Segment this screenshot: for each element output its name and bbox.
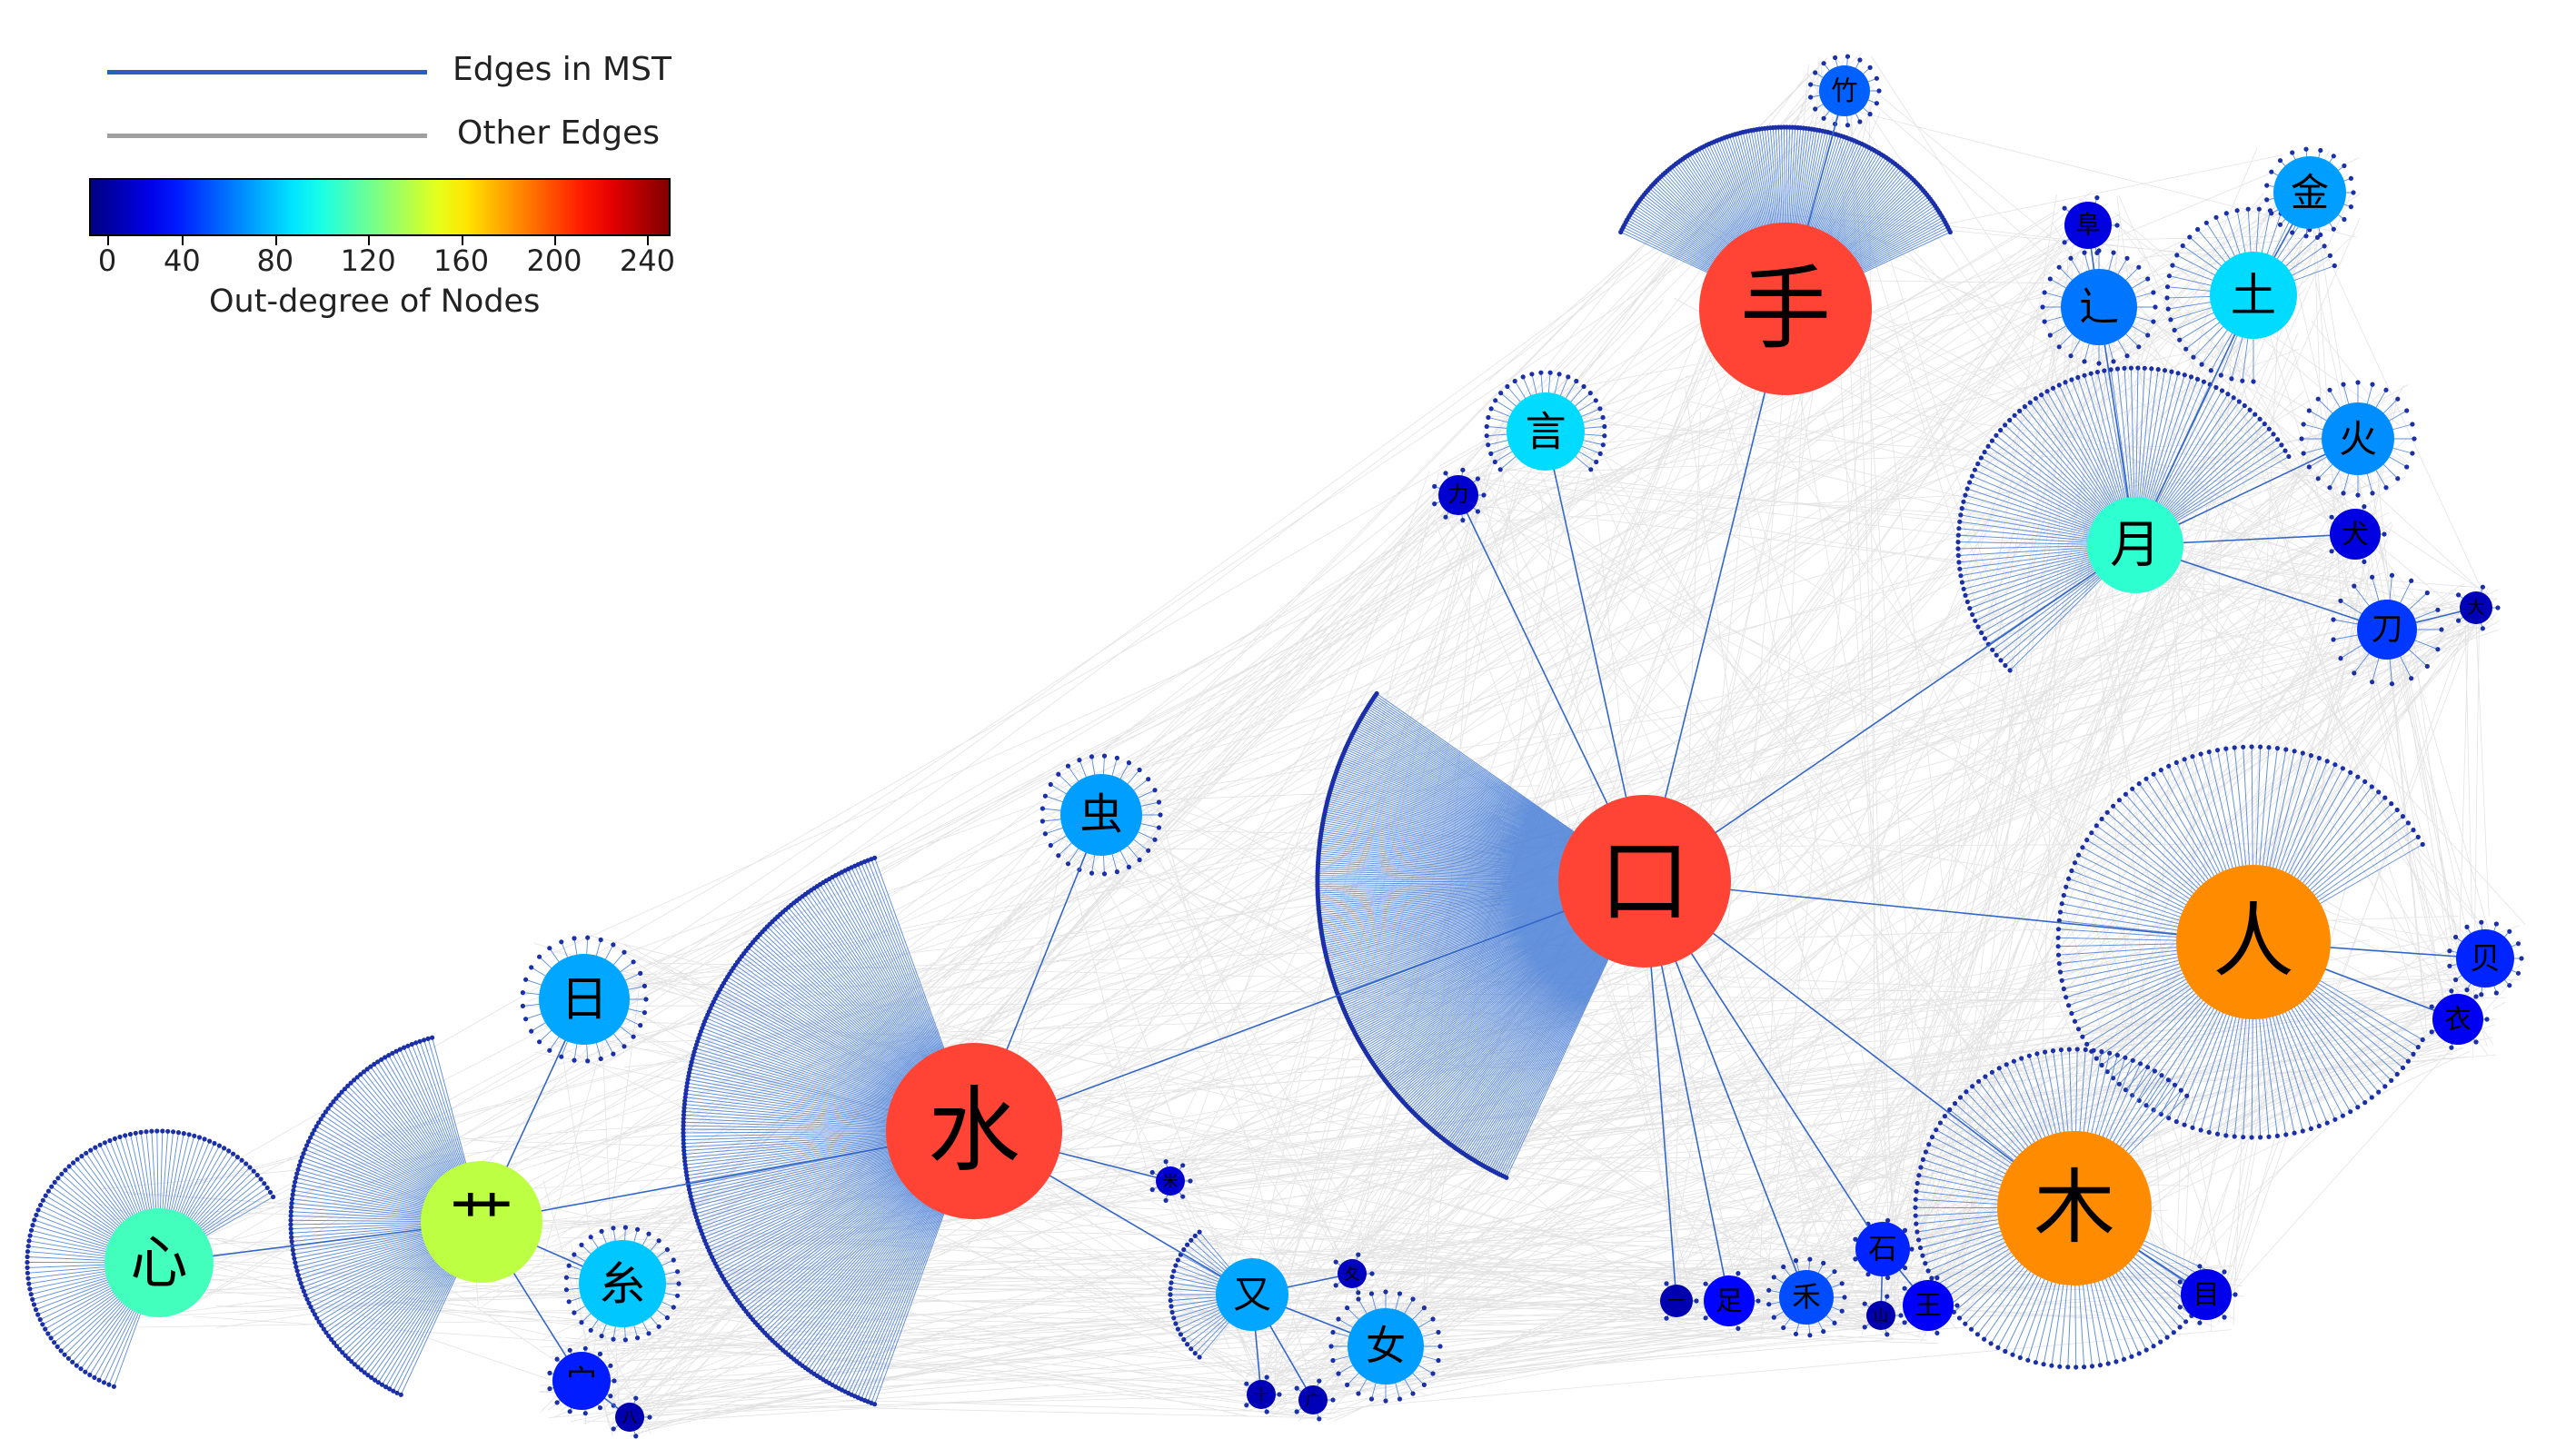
node-label-shan: 山 [1874, 1306, 1889, 1325]
node-xi: 夂 [1338, 1259, 1367, 1288]
node-da: 大 [2460, 591, 2492, 624]
node-label-nv: 女 [1366, 1324, 1406, 1370]
node-label-xi: 夂 [1345, 1265, 1360, 1283]
node-chong: 虫 [1060, 774, 1142, 856]
node-label-wang: 王 [1915, 1290, 1941, 1321]
node-label-yi: 衣 [2444, 1004, 2471, 1035]
node-label-mu: 木 [2034, 1161, 2114, 1255]
node-label-ri: 日 [561, 972, 609, 1027]
node-label-fu: 阜 [2075, 212, 2100, 240]
node-mi2: 米 [1156, 1166, 1185, 1196]
node-yi: 衣 [2432, 994, 2483, 1045]
legend-mst-line [107, 70, 427, 74]
node-label-shui: 水 [928, 1077, 1020, 1186]
node-jin: 金 [2273, 156, 2346, 229]
node-mu: 木 [1997, 1131, 2152, 1285]
node-mu2: 目 [2181, 1269, 2232, 1320]
node-you: 又 [1216, 1258, 1288, 1331]
node-li: 力 [1438, 475, 1478, 515]
node-label-li: 力 [1447, 483, 1468, 507]
node-kou: 口 [1558, 795, 1731, 968]
node-label-he: 禾 [1792, 1281, 1821, 1314]
legend-other-label: Other Edges [457, 114, 661, 152]
node-label-mian: 宀 [566, 1364, 597, 1399]
node-ri: 日 [539, 954, 630, 1045]
colorbar-tick-label: 40 [164, 243, 201, 278]
node-label-ren: 人 [2213, 895, 2293, 989]
colorbar-tick-label: 160 [433, 243, 490, 278]
node-wang: 王 [1903, 1280, 1954, 1331]
node-huo: 火 [2322, 402, 2394, 475]
node-yue: 月 [2087, 497, 2183, 593]
node-label-shi10: 十 [1254, 1385, 1269, 1404]
colorbar-label: Out-degree of Nodes [209, 283, 541, 320]
node-ba: 八 [615, 1403, 644, 1432]
node-label-kou: 口 [1599, 829, 1690, 935]
node-shan: 山 [1866, 1301, 1895, 1330]
legend-mst-label: Edges in MST [453, 51, 671, 88]
node-label-zu: 足 [1716, 1285, 1742, 1316]
node-shui: 水 [886, 1043, 1062, 1219]
node-zu: 足 [1704, 1275, 1755, 1326]
node-label-yan: 言 [1525, 408, 1566, 456]
node-label-chong: 虫 [1079, 790, 1122, 840]
node-chuo: 辶 [2061, 269, 2137, 345]
node-shou: 手 [1699, 223, 1872, 395]
node-quan: 犬 [2330, 509, 2381, 560]
node-label-dao: 刀 [2372, 611, 2403, 648]
node-label-shi: 石 [1868, 1233, 1897, 1265]
node-xin: 心 [104, 1208, 214, 1317]
node-label-shou: 手 [1740, 256, 1831, 362]
node-label-mu2: 目 [2193, 1279, 2219, 1310]
node-label-tu: 土 [2231, 269, 2276, 323]
node-label-guang: 广 [1306, 1391, 1321, 1409]
node-he: 禾 [1779, 1270, 1834, 1325]
node-zhu: 竹 [1819, 65, 1870, 116]
node-label-xin: 心 [131, 1230, 188, 1296]
node-mi: 糸 [579, 1240, 666, 1327]
node-tu: 土 [2210, 252, 2297, 339]
node-label-zhu: 竹 [1831, 75, 1857, 106]
node-shi: 石 [1855, 1222, 1910, 1276]
node-dao: 刀 [2357, 600, 2417, 660]
node-ren: 人 [2176, 865, 2331, 1019]
node-fu: 阜 [2064, 202, 2112, 249]
node-label-bei: 贝 [2470, 941, 2501, 977]
node-label-huo: 火 [2339, 417, 2377, 461]
node-yi1: 一 [1660, 1285, 1693, 1317]
node-nv: 女 [1348, 1308, 1424, 1384]
node-label-mi: 糸 [600, 1257, 645, 1311]
colorbar-tick-label: 200 [526, 243, 582, 278]
node-mian: 宀 [552, 1352, 611, 1410]
colorbar-tick-label: 240 [619, 243, 675, 278]
node-label-cao: 艹 [450, 1185, 513, 1259]
node-label-chuo: 辶 [2079, 284, 2119, 331]
colorbar-tick-label: 0 [97, 243, 117, 278]
node-label-quan: 犬 [2342, 519, 2368, 550]
colorbar-tick-label: 120 [340, 243, 396, 278]
node-label-da: 大 [2468, 598, 2485, 618]
node-label-yi1: 一 [1668, 1291, 1686, 1311]
node-label-mi2: 米 [1163, 1172, 1179, 1190]
legend-other-line [107, 134, 427, 138]
node-label-you: 又 [1233, 1273, 1271, 1317]
node-guang: 广 [1298, 1385, 1328, 1414]
node-bei: 贝 [2456, 929, 2514, 988]
colorbar [89, 178, 671, 236]
node-cao: 艹 [421, 1161, 542, 1283]
node-label-yue: 月 [2110, 516, 2161, 575]
node-shi10: 十 [1247, 1380, 1276, 1409]
node-label-jin: 金 [2291, 171, 2329, 215]
colorbar-tick-label: 80 [256, 243, 294, 278]
node-label-ba: 八 [622, 1408, 638, 1426]
node-yan: 言 [1507, 392, 1585, 471]
